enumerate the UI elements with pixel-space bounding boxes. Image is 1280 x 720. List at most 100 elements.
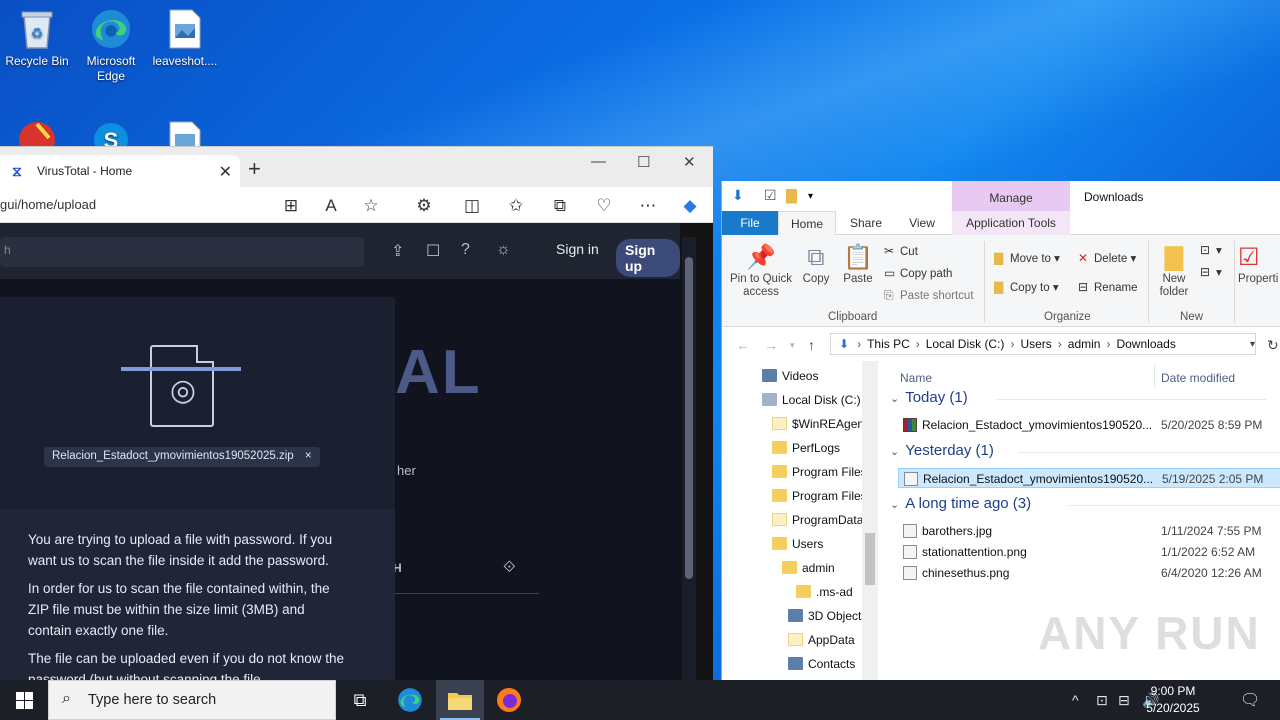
group-header[interactable]: ⌄ Today (1) xyxy=(890,389,968,406)
browser-essentials-icon[interactable]: ♡ xyxy=(593,195,615,217)
nav-item[interactable]: Users xyxy=(772,537,823,551)
back-arrow-icon[interactable]: ← xyxy=(736,337,750,353)
nav-item[interactable]: Contacts xyxy=(788,657,855,671)
tab-share[interactable]: Share xyxy=(842,211,890,235)
nav-item[interactable]: Program Files xyxy=(772,465,867,479)
quick-access-down-icon[interactable]: ⬇ xyxy=(732,187,744,204)
notifications-icon[interactable]: ☐ xyxy=(426,241,440,261)
tab-view[interactable]: View xyxy=(898,211,946,235)
new-item-button[interactable]: ⊡ ▾ xyxy=(1200,243,1222,257)
nav-item[interactable]: $WinREAgent xyxy=(772,417,867,431)
taskbar-search-input[interactable]: ⌕ Type here to search xyxy=(48,680,336,720)
tab-application-tools[interactable]: Application Tools xyxy=(952,211,1070,235)
up-arrow-icon[interactable]: ↑ xyxy=(808,337,815,353)
customize-toolbar-icon[interactable]: ▾ xyxy=(808,191,813,202)
tab-home[interactable]: Home xyxy=(778,211,836,235)
read-aloud-icon[interactable]: A xyxy=(320,195,342,217)
breadcrumb-item[interactable]: Local Disk (C:) xyxy=(926,337,1005,351)
close-window-icon[interactable]: ✕ xyxy=(683,153,696,171)
paste-button[interactable]: 📋 Paste xyxy=(840,243,876,286)
theme-toggle-icon[interactable]: ☼ xyxy=(496,241,511,259)
maximize-icon[interactable]: ☐ xyxy=(637,153,650,171)
sign-up-button[interactable]: Sign up xyxy=(616,239,680,277)
column-date-modified[interactable]: Date modified xyxy=(1161,371,1235,385)
start-button[interactable] xyxy=(0,680,48,720)
device-icon[interactable]: ⊡ xyxy=(1096,692,1108,709)
taskbar-edge[interactable] xyxy=(386,680,434,720)
taskbar-file-explorer[interactable] xyxy=(436,680,484,720)
apps-icon[interactable]: ⊞ xyxy=(280,195,302,217)
cut-button[interactable]: ✂ Cut xyxy=(884,244,918,258)
nav-item[interactable]: 3D Objects xyxy=(788,609,867,623)
new-tab-icon[interactable]: + xyxy=(248,158,261,180)
group-header[interactable]: ⌄ Yesterday (1) xyxy=(890,442,994,459)
new-folder-button[interactable]: ▇ New folder xyxy=(1154,243,1194,299)
url-text[interactable]: gui/home/upload xyxy=(0,197,96,212)
forward-arrow-icon[interactable]: → xyxy=(764,337,778,353)
nav-item[interactable]: admin xyxy=(782,561,835,575)
nav-item[interactable]: .ms-ad xyxy=(796,585,853,599)
sign-in-link[interactable]: Sign in xyxy=(556,241,599,257)
scrollbar-thumb[interactable] xyxy=(865,533,875,585)
nav-item[interactable]: Local Disk (C:) xyxy=(762,393,861,407)
nav-item[interactable]: Program Files xyxy=(772,489,867,503)
upload-icon[interactable]: ⇪ xyxy=(391,241,404,261)
new-folder-icon[interactable]: ▇ xyxy=(786,187,797,204)
properties-button[interactable]: ☑ Properti xyxy=(1238,243,1280,286)
manage-context-tab[interactable]: Manage xyxy=(952,181,1070,211)
paste-shortcut-button[interactable]: ⎘ Paste shortcut xyxy=(884,288,974,303)
split-screen-icon[interactable]: ◫ xyxy=(461,195,483,217)
copy-path-button[interactable]: ▭ Copy path xyxy=(884,266,952,280)
task-view-button[interactable]: ⧉ xyxy=(336,680,384,720)
nav-item[interactable]: ProgramData xyxy=(772,513,863,527)
properties-check-icon[interactable]: ☑ xyxy=(764,187,777,204)
file-row[interactable]: barothers.jpg 1/11/2024 7:55 PM xyxy=(898,521,1280,541)
scrollbar-thumb[interactable] xyxy=(685,257,693,579)
breadcrumb-item[interactable]: Users xyxy=(1020,337,1051,351)
refresh-icon[interactable]: ↻ xyxy=(1267,337,1279,354)
breadcrumb-item[interactable]: This PC xyxy=(867,337,910,351)
help-icon[interactable]: ? xyxy=(461,241,470,259)
delete-button[interactable]: ✕ Delete ▾ xyxy=(1078,251,1136,265)
file-row[interactable]: Relacion_Estadoct_ymovimientos190520... 5… xyxy=(898,415,1280,435)
more-menu-icon[interactable]: ⋯ xyxy=(637,195,659,217)
move-to-button[interactable]: ▇ Move to ▾ xyxy=(994,251,1060,265)
minimize-icon[interactable]: — xyxy=(591,153,606,170)
tab-virustotal[interactable]: ⧖ VirusTotal - Home ✕ xyxy=(0,155,240,187)
favorite-star-icon[interactable]: ☆ xyxy=(360,195,382,217)
search-input[interactable]: h xyxy=(0,237,364,267)
file-row[interactable]: chinesethus.png 6/4/2020 12:26 AM xyxy=(898,563,1280,583)
desktop-icon-leaveshot[interactable]: leaveshot.... xyxy=(148,8,222,69)
nav-scrollbar[interactable] xyxy=(862,361,878,680)
easy-access-button[interactable]: ⊟ ▾ xyxy=(1200,265,1222,279)
nav-item[interactable]: Videos xyxy=(762,369,818,383)
page-scrollbar[interactable] xyxy=(682,237,696,680)
copy-button[interactable]: ⧉ Copy xyxy=(800,243,832,286)
desktop-icon-edge[interactable]: Microsoft Edge xyxy=(74,8,148,84)
address-bar[interactable]: gui/home/upload ⊞ A ☆ ⚙ ◫ ✩ ⧉ ♡ ⋯ ◆ xyxy=(0,187,713,223)
breadcrumb-item[interactable]: Downloads xyxy=(1116,337,1175,351)
taskbar-firefox[interactable] xyxy=(485,680,533,720)
copilot-icon[interactable]: ◆ xyxy=(679,195,701,217)
breadcrumb-item[interactable]: admin xyxy=(1068,337,1101,351)
desktop-icon-recycle-bin[interactable]: ♻ Recycle Bin xyxy=(0,8,74,69)
nav-item[interactable]: PerfLogs xyxy=(772,441,840,455)
file-row[interactable]: stationattention.png 1/1/2022 6:52 AM xyxy=(898,542,1280,562)
address-dropdown-icon[interactable]: ▾ xyxy=(1250,339,1255,350)
network-icon[interactable]: ⊟ xyxy=(1118,692,1130,709)
pin-quick-access-button[interactable]: 📌 Pin to Quick access xyxy=(728,243,794,299)
close-tab-icon[interactable]: ✕ xyxy=(219,162,232,182)
system-clock[interactable]: 9:00 PM 5/20/2025 xyxy=(1136,683,1210,717)
show-hidden-icons-icon[interactable]: ^ xyxy=(1072,692,1079,708)
group-header[interactable]: ⌄ A long time ago (3) xyxy=(890,495,1031,512)
collections-icon[interactable]: ⧉ xyxy=(549,195,571,217)
recent-locations-icon[interactable]: ▾ xyxy=(790,340,795,351)
notifications-icon[interactable]: 🗨 xyxy=(1240,690,1260,710)
favorites-icon[interactable]: ✩ xyxy=(505,195,527,217)
rename-button[interactable]: ⊟ Rename xyxy=(1078,280,1137,294)
remove-file-icon[interactable]: × xyxy=(305,450,312,462)
nav-item[interactable]: AppData xyxy=(788,633,855,647)
extensions-icon[interactable]: ⚙ xyxy=(413,195,435,217)
file-row[interactable]: Relacion_Estadoct_ymovimientos190520... 5… xyxy=(898,468,1280,488)
column-name[interactable]: Name xyxy=(900,371,932,385)
